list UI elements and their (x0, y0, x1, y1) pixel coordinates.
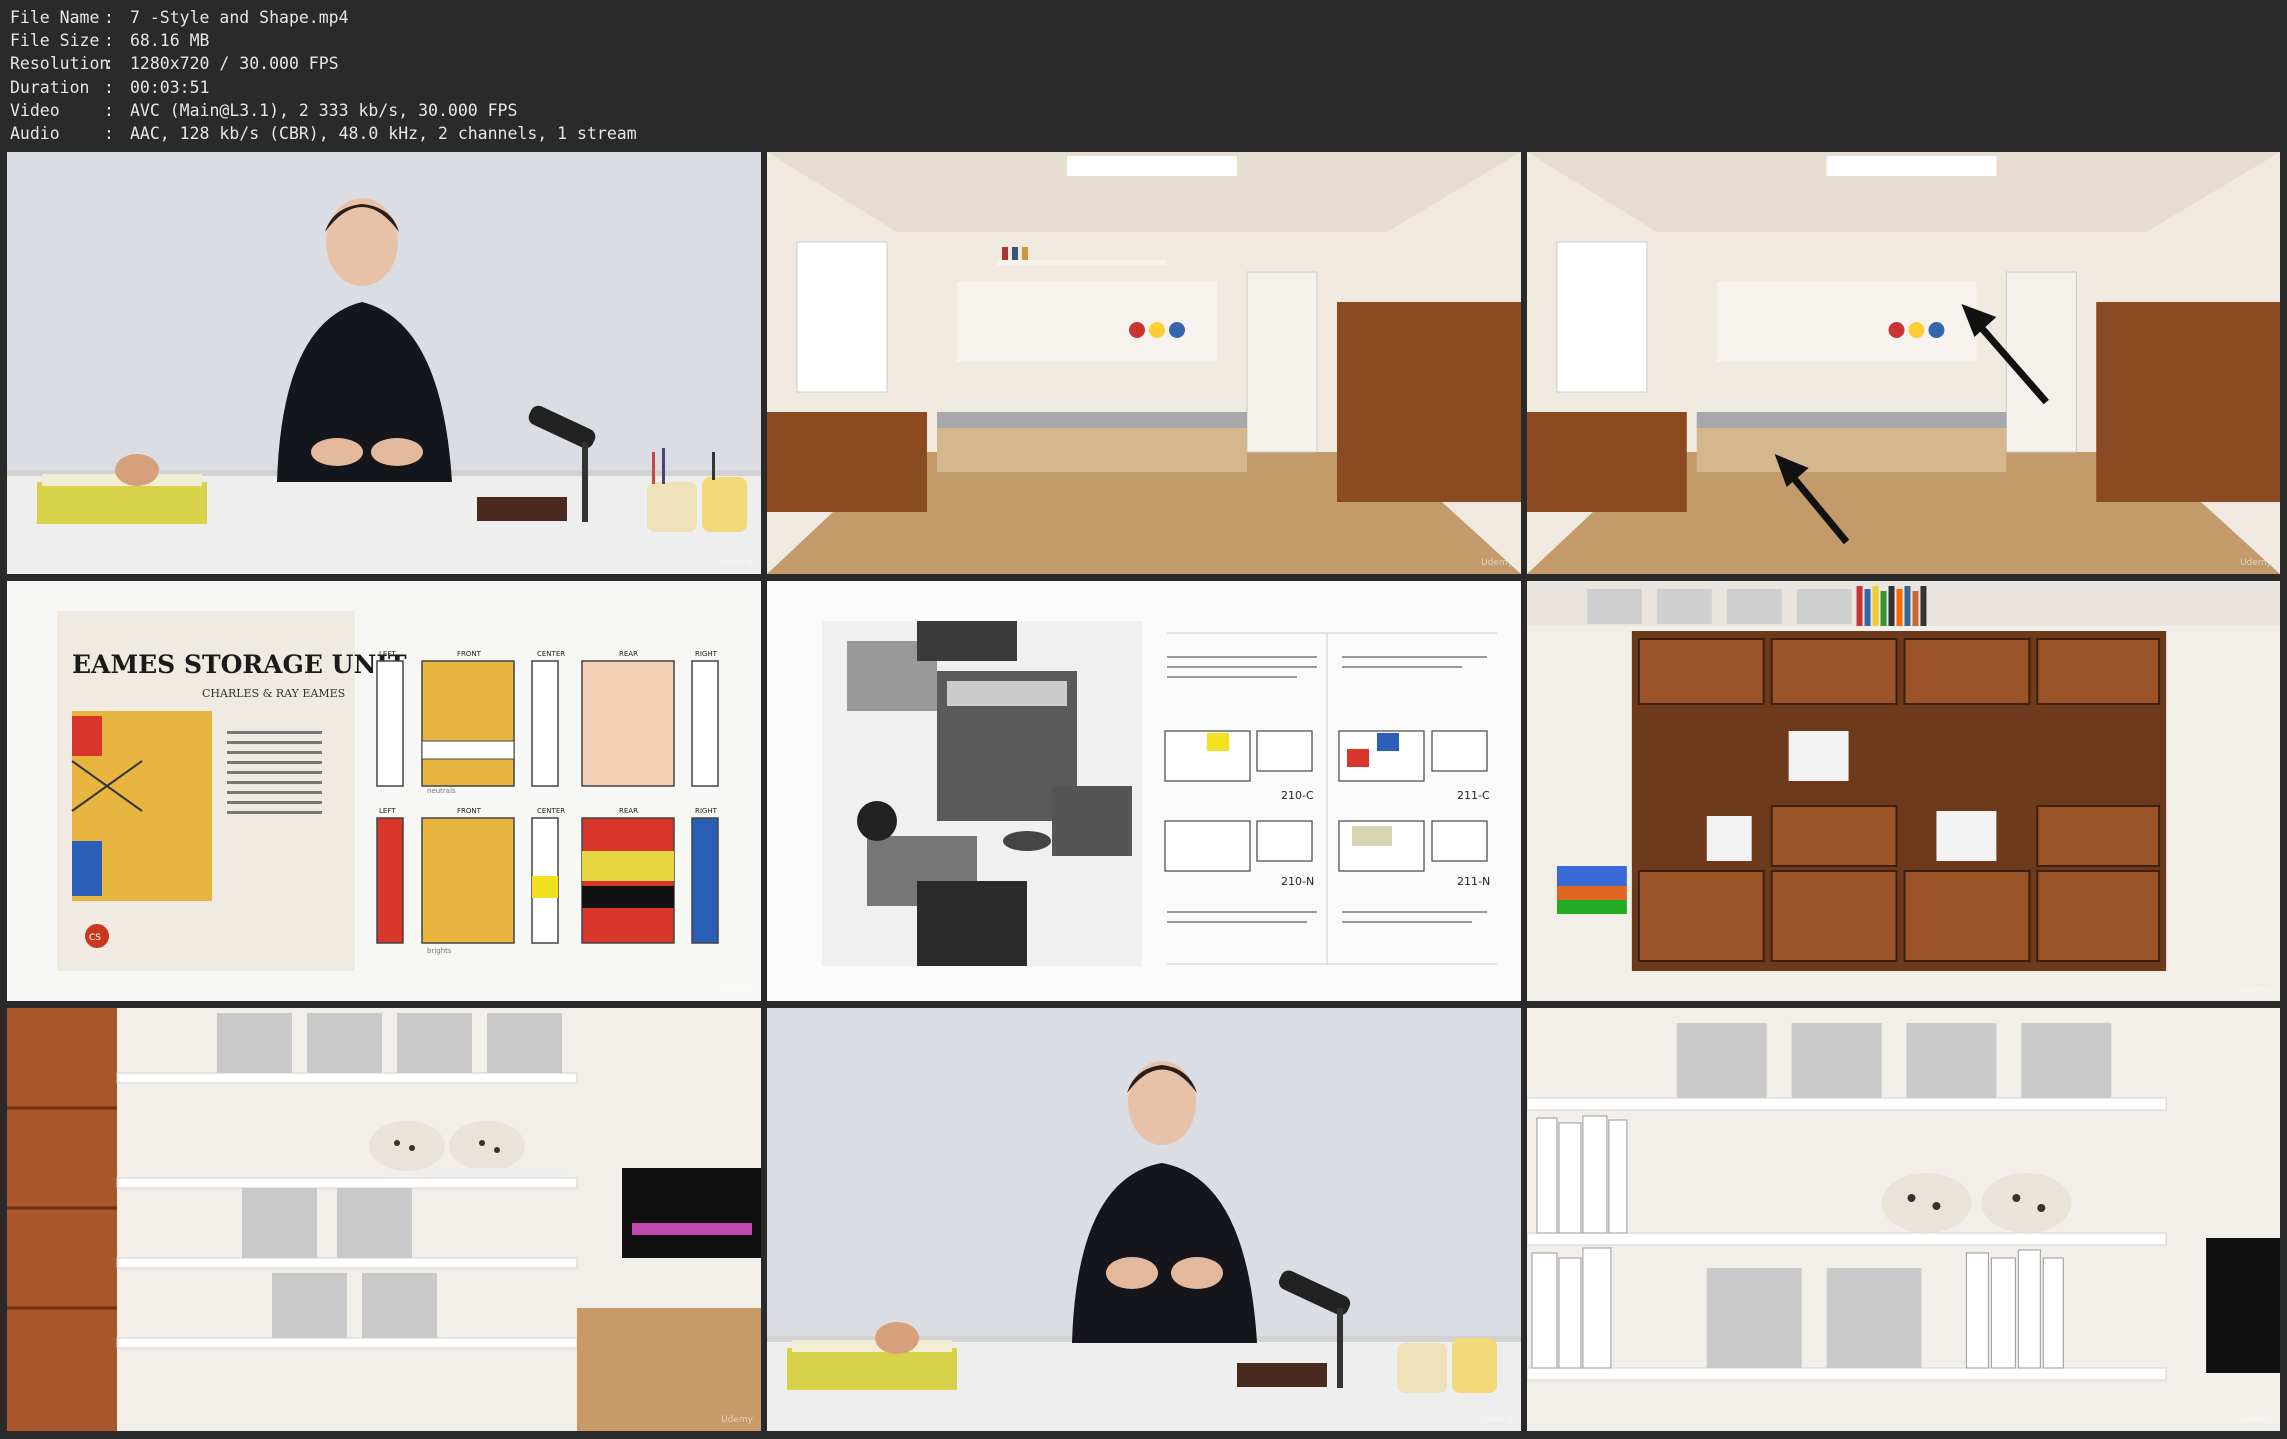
presenter-scene-2 (767, 1008, 1521, 1431)
info-row-duration: Duration:00:03:51 (10, 77, 210, 97)
label-left-2: LEFT (379, 807, 396, 815)
watermark: Udemy (1481, 1415, 1513, 1425)
info-row-video: Video: AVC (Main@L3.1), 2 333 kb/s, 30.00… (10, 100, 518, 120)
watermark: Udemy (2240, 985, 2272, 995)
model-211-c: 211-C (1457, 789, 1490, 802)
thumbnail-shelves-right[interactable]: Udemy (1527, 1008, 2280, 1431)
room-scene (767, 152, 1521, 574)
label-right-2: RIGHT (695, 807, 718, 815)
thumbnail-room-render-arrows[interactable]: Udemy (1527, 152, 2280, 574)
info-row-resolution: Resolution:1280x720 / 30.000 FPS (10, 54, 339, 74)
eames-badge: CS (89, 933, 101, 943)
thumbnail-presenter-2[interactable]: Udemy (767, 1008, 1521, 1431)
presenter-scene (7, 152, 761, 574)
label-front-2: FRONT (457, 807, 482, 815)
model-210-c: 210-C (1281, 789, 1314, 802)
shelves-right-scene (1527, 1008, 2280, 1431)
label-rear-2: REAR (619, 807, 638, 815)
label-center-1: CENTER (537, 650, 565, 658)
watermark: Udemy (2240, 558, 2272, 568)
watermark: Udemy (721, 985, 753, 995)
thumbnail-room-render[interactable]: Udemy (767, 152, 1521, 574)
watermark: Udemy (721, 558, 753, 568)
label-front-1: FRONT (457, 650, 482, 658)
watermark: Udemy (721, 1415, 753, 1425)
label-left-1: LEFT (379, 650, 396, 658)
shelves-left-scene (7, 1008, 761, 1431)
eames-subtitle: CHARLES & RAY EAMES (202, 687, 345, 700)
eames-title: EAMES STORAGE UNIT (72, 650, 407, 679)
model-211-n: 211-N (1457, 875, 1490, 888)
label-center-2: CENTER (537, 807, 565, 815)
thumbnail-eames-doc[interactable]: EAMES STORAGE UNIT CHARLES & RAY EAMES C… (7, 581, 761, 1001)
storage-wall-scene (1527, 581, 2280, 1001)
thumbnail-grid: Udemy Udemy Udemy EAMES STORAGE UNIT CHA… (0, 150, 2287, 1439)
thumbnail-catalog[interactable]: 210-C 211-C 210-N 211-N Udemy (767, 581, 1521, 1001)
label-right-1: RIGHT (695, 650, 718, 658)
label-rear-1: REAR (619, 650, 638, 658)
watermark: Udemy (1481, 558, 1513, 568)
thumbnail-shelves-left[interactable]: Udemy (7, 1008, 761, 1431)
model-210-n: 210-N (1281, 875, 1314, 888)
info-row-file-name: File Name:7 -Style and Shape.mp4 (10, 8, 349, 27)
room-scene-annotated (1527, 152, 2280, 574)
caption-brights: brights (427, 947, 452, 955)
thumbnail-presenter-1[interactable]: Udemy (7, 152, 761, 574)
watermark: Udemy (2240, 1415, 2272, 1425)
info-row-audio: Audio: AAC, 128 kb/s (CBR), 48.0 kHz, 2 c… (10, 124, 637, 144)
watermark: Udemy (1481, 985, 1513, 995)
media-info-panel: File Name:7 -Style and Shape.mp4 File Si… (10, 6, 637, 145)
caption-neutrals: neutrals (427, 787, 456, 795)
info-row-file-size: File Size:68.16 MB (10, 31, 210, 51)
catalog-scene: 210-C 211-C 210-N 211-N (767, 581, 1521, 1001)
thumbnail-storage-wall[interactable]: Udemy (1527, 581, 2280, 1001)
eames-doc-scene: EAMES STORAGE UNIT CHARLES & RAY EAMES C… (7, 581, 761, 1001)
